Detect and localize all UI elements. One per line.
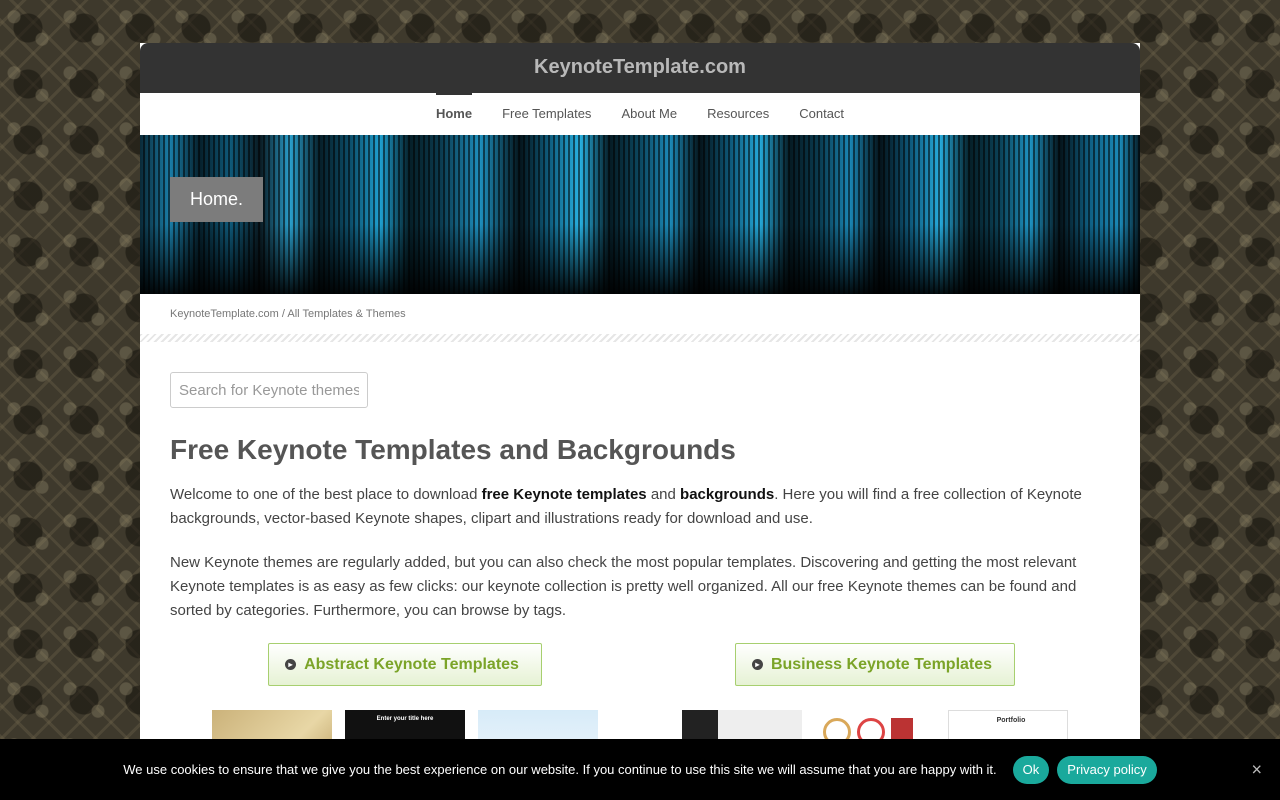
breadcrumb: KeynoteTemplate.com / All Templates & Th… <box>140 294 1140 334</box>
intro-text-1: Welcome to one of the best place to down… <box>170 486 482 503</box>
secondary-paragraph: New Keynote themes are regularly added, … <box>170 554 1077 619</box>
breadcrumb-current: All Templates & Themes <box>287 308 406 320</box>
page-title: Free Keynote Templates and Backgrounds <box>170 434 736 465</box>
main-content: Free Keynote Templates and Backgrounds W… <box>140 342 1140 780</box>
category-label: Abstract Keynote Templates <box>304 655 519 673</box>
intro-text-2: and <box>646 486 681 503</box>
cookie-message: We use cookies to ensure that we give yo… <box>123 762 997 777</box>
nav-item-contact[interactable]: Contact <box>799 93 844 135</box>
intro-bold-1: free Keynote templates <box>481 486 647 503</box>
breadcrumb-root-link[interactable]: KeynoteTemplate.com <box>170 308 279 320</box>
cookie-banner: We use cookies to ensure that we give yo… <box>0 739 1280 800</box>
nav-item-home[interactable]: Home <box>435 93 473 135</box>
intro-bold-2: backgrounds <box>680 486 775 503</box>
site-container: KeynoteTemplate.com Home Free Templates … <box>140 43 1140 800</box>
business-templates-button[interactable]: ▸ Business Keynote Templates <box>734 643 1016 686</box>
site-title[interactable]: KeynoteTemplate.com <box>534 56 746 78</box>
hero-title: Home. <box>170 177 264 222</box>
arrow-circle-icon: ▸ <box>285 659 297 670</box>
cookie-ok-button[interactable]: Ok <box>1012 755 1050 784</box>
hero-banner: Home. <box>140 135 1140 294</box>
category-label: Business Keynote Templates <box>770 655 993 673</box>
close-icon[interactable]: × <box>1251 759 1262 780</box>
privacy-policy-button[interactable]: Privacy policy <box>1057 755 1157 784</box>
intro-paragraph: Welcome to one of the best place to down… <box>170 483 1110 531</box>
thumbnail-caption: Portfolio <box>996 717 1026 724</box>
nav-item-about-me[interactable]: About Me <box>621 93 677 135</box>
nav-item-free-templates[interactable]: Free Templates <box>502 93 591 135</box>
main-nav: Home Free Templates About Me Resources C… <box>140 93 1140 135</box>
arrow-circle-icon: ▸ <box>751 659 763 670</box>
header-bar: KeynoteTemplate.com <box>140 43 1140 93</box>
divider <box>140 334 1140 342</box>
abstract-templates-button[interactable]: ▸ Abstract Keynote Templates <box>268 643 542 686</box>
nav-item-resources[interactable]: Resources <box>707 93 769 135</box>
search-input[interactable] <box>170 372 368 408</box>
thumbnail-caption: Enter your title here <box>376 716 434 722</box>
